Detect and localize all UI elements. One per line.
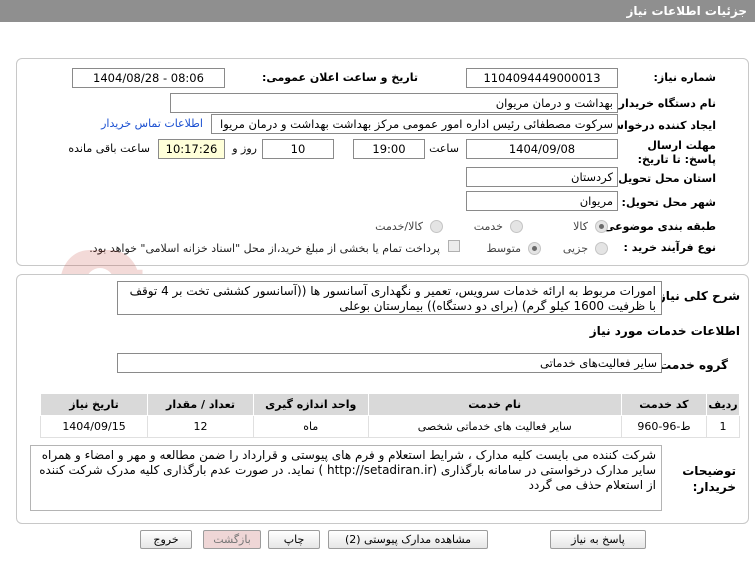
cell-service-code: ط-96-960 <box>620 415 708 438</box>
process-type-label: نوع فرآیند خرید : <box>623 241 716 254</box>
buyer-org-field: بهداشت و درمان مریوان <box>170 93 618 113</box>
buyer-notes-label: توضیحات خریدار: <box>682 464 736 494</box>
announce-datetime-label: تاریخ و ساعت اعلان عمومی: <box>261 71 418 84</box>
col-header-quantity: تعداد / مقدار <box>147 393 254 416</box>
cell-service-name: سایر فعالیت های خدماتی شخصی <box>367 415 622 438</box>
buyer-contact-link[interactable]: اطلاعات تماس خریدار <box>101 117 203 130</box>
category-radio-service[interactable] <box>510 220 523 233</box>
announce-datetime-field: 1404/08/28 - 08:06 <box>72 68 225 88</box>
cell-unit: ماه <box>252 415 369 438</box>
category-label: طبقه بندی موضوعی: <box>599 220 716 233</box>
deadline-time-label: ساعت <box>429 142 459 155</box>
need-number-field: 1104094449000013 <box>466 68 618 88</box>
window-title: جزئیات اطلاعات نیاز <box>0 0 755 22</box>
cell-quantity: 12 <box>147 415 254 438</box>
buyer-notes-text: شرکت کننده می بایست کلیه مدارک ، شرایط ا… <box>30 445 662 511</box>
category-radio-goods-service[interactable] <box>430 220 443 233</box>
category-option-goods-service: کالا/خدمت <box>375 220 423 233</box>
back-button[interactable]: بازگشت <box>203 530 261 549</box>
requester-field: سرکوت مصطفائی رئیس اداره امور عمومی مرکز… <box>211 114 618 134</box>
services-section-title: اطلاعات خدمات مورد نیاز <box>589 324 740 338</box>
process-option-minor: جزیی <box>562 242 588 255</box>
days-remaining-field: 10 <box>262 139 334 159</box>
province-label: استان محل تحویل: <box>613 172 716 185</box>
page-root: جزئیات اطلاعات نیاز شماره نیاز: 11040944… <box>0 0 755 566</box>
treasury-bonds-note: پرداخت تمام یا بخشی از مبلغ خرید،از محل … <box>89 242 440 255</box>
category-radio-goods[interactable] <box>595 220 608 233</box>
buyer-org-label: نام دستگاه خریدار: <box>614 97 716 110</box>
deadline-time-field: 19:00 <box>353 139 425 159</box>
reply-button[interactable]: پاسخ به نیاز <box>550 530 646 549</box>
category-option-goods: کالا <box>573 220 588 233</box>
city-label: شهر محل تحویل: <box>621 196 716 209</box>
summary-label: شرح کلی نیاز: <box>654 289 740 303</box>
deadline-label: مهلت ارسال پاسخ: تا تاریخ: <box>637 139 716 166</box>
cell-row-number: 1 <box>706 415 740 438</box>
need-details-panel: شرح کلی نیاز: امورات مربوط به ارائه خدما… <box>16 274 749 524</box>
view-attachments-button[interactable]: مشاهده مدارک پیوستی (2) <box>328 530 488 549</box>
service-group-field: سایر فعالیت‌های خدماتی <box>117 353 662 373</box>
remaining-time-label: ساعت باقی مانده <box>68 142 150 155</box>
city-field: مریوان <box>466 191 618 211</box>
col-header-service-name: نام خدمت <box>367 393 622 416</box>
process-radio-minor[interactable] <box>595 242 608 255</box>
services-table-header-row: ردیف کد خدمت نام خدمت واحد اندازه گیری ت… <box>39 393 740 416</box>
deadline-date-field: 1404/09/08 <box>466 139 618 159</box>
province-field: کردستان <box>466 167 618 187</box>
col-header-row-number: ردیف <box>706 393 740 416</box>
need-number-label: شماره نیاز: <box>653 71 716 84</box>
cell-need-date: 1404/09/15 <box>39 415 149 438</box>
services-table: ردیف کد خدمت نام خدمت واحد اندازه گیری ت… <box>39 393 740 438</box>
process-radio-medium[interactable] <box>528 242 541 255</box>
print-button[interactable]: چاپ <box>268 530 320 549</box>
days-label: روز و <box>232 142 257 155</box>
table-row: 1 ط-96-960 سایر فعالیت های خدماتی شخصی م… <box>39 415 740 438</box>
exit-button[interactable]: خروج <box>140 530 192 549</box>
need-info-panel: شماره نیاز: 1104094449000013 تاریخ و ساع… <box>16 58 749 266</box>
col-header-service-code: کد خدمت <box>620 393 708 416</box>
treasury-bonds-checkbox[interactable] <box>448 240 460 252</box>
col-header-unit: واحد اندازه گیری <box>252 393 369 416</box>
remaining-time-field: 10:17:26 <box>158 139 225 159</box>
category-option-service: خدمت <box>473 220 503 233</box>
process-option-medium: متوسط <box>486 242 521 255</box>
col-header-need-date: تاریخ نیاز <box>39 393 149 416</box>
service-group-label: گروه خدمت: <box>654 358 728 372</box>
summary-text: امورات مربوط به ارائه خدمات سرویس، تعمیر… <box>117 281 662 315</box>
